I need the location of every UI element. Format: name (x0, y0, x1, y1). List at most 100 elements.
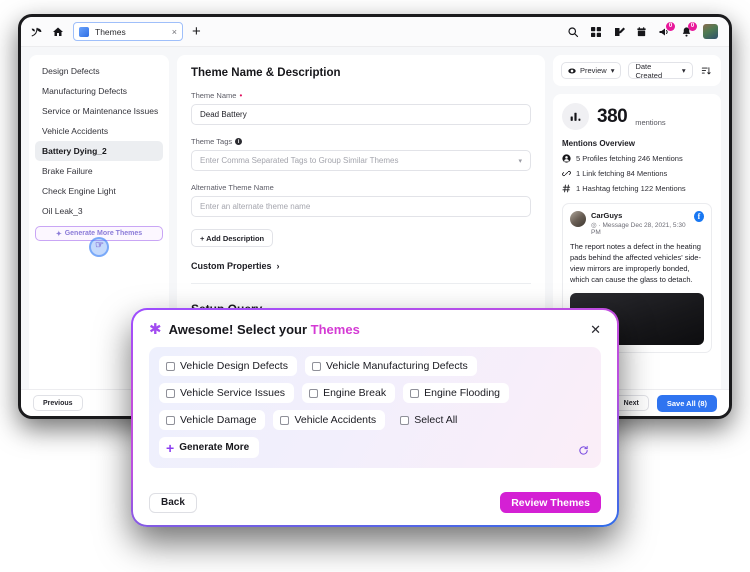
mentions-count: 380 (597, 105, 628, 127)
theme-tags-input[interactable]: Enter Comma Separated Tags to Group Simi… (191, 150, 531, 171)
alt-theme-name-placeholder: Enter an alternate theme name (200, 202, 311, 211)
sidebar-item-manufacturing-defects[interactable]: Manufacturing Defects (35, 81, 163, 101)
screen: Themes × + 0 0 Design Defects Manufactur… (0, 0, 750, 572)
back-button[interactable]: Back (149, 492, 197, 513)
tab-label: Themes (95, 26, 126, 37)
add-description-button[interactable]: + Add Description (191, 229, 274, 247)
brand-logo-icon[interactable] (30, 25, 43, 38)
search-icon[interactable] (567, 26, 579, 38)
theme-options-area: Vehicle Design Defects Vehicle Manufactu… (149, 347, 601, 468)
apps-grid-icon[interactable] (590, 26, 602, 38)
facebook-icon: f (693, 211, 704, 222)
close-icon[interactable]: ✕ (590, 323, 601, 336)
section-divider (191, 283, 531, 284)
sort-dropdown[interactable]: Date Created ▾ (628, 62, 693, 80)
checkbox-label: Vehicle Manufacturing Defects (325, 360, 468, 372)
overview-line-text: 5 Profiles fetching 246 Mentions (576, 154, 683, 163)
close-tab-icon[interactable]: × (172, 27, 177, 37)
sidebar-item-service-issues[interactable]: Service or Maintenance Issues (35, 101, 163, 121)
save-all-button[interactable]: Save All (8) (656, 394, 717, 412)
post-author: CarGuys (591, 211, 623, 220)
theme-name-input[interactable]: Dead Battery (191, 104, 531, 125)
bell-badge: 0 (688, 21, 697, 31)
modal-footer: Back Review Themes (149, 482, 601, 513)
megaphone-icon[interactable]: 0 (658, 21, 675, 38)
generate-more-themes-label: Generate More Themes (64, 230, 143, 237)
post-identity: CarGuys ◎ · Message Dec 28, 2021, 5:30 P… (591, 211, 689, 236)
post-header: CarGuys ◎ · Message Dec 28, 2021, 5:30 P… (570, 211, 704, 236)
calendar-icon[interactable] (636, 26, 647, 38)
checkbox-engine-break[interactable]: Engine Break (302, 383, 396, 403)
sidebar-item-check-engine-light[interactable]: Check Engine Light (35, 181, 163, 201)
generate-more-themes-button[interactable]: ✦ Generate More Themes ☞ (35, 226, 163, 257)
theme-tags-label: Theme Tags i (191, 137, 531, 146)
modal-header: ✱ Awesome! Select your Themes ✕ (149, 322, 601, 337)
themes-favicon-icon (79, 26, 89, 37)
sidebar-item-brake-failure[interactable]: Brake Failure (35, 161, 163, 181)
alt-theme-name-input[interactable]: Enter an alternate theme name (191, 196, 531, 217)
chevron-down-icon: ▾ (518, 157, 522, 165)
checkbox-box-icon (309, 388, 319, 398)
modal-title-accent: Themes (310, 322, 360, 337)
sidebar-item-vehicle-accidents[interactable]: Vehicle Accidents (35, 121, 163, 141)
checkbox-label: Engine Flooding (424, 387, 500, 399)
checkbox-box-icon (166, 415, 175, 425)
modal-body: ✱ Awesome! Select your Themes ✕ Vehicle … (133, 310, 617, 525)
theme-options-row-1: Vehicle Design Defects Vehicle Manufactu… (159, 356, 591, 376)
checkbox-label: Select All (414, 414, 458, 426)
review-themes-button[interactable]: Review Themes (500, 492, 601, 513)
info-icon[interactable]: i (235, 138, 243, 145)
new-tab-button[interactable]: + (192, 24, 201, 39)
checkbox-label: Vehicle Design Defects (180, 360, 288, 372)
refresh-icon[interactable] (578, 445, 589, 459)
checkbox-box-icon (410, 388, 420, 398)
checkbox-box-icon (400, 415, 410, 425)
checkbox-vehicle-accidents[interactable]: Vehicle Accidents (273, 410, 386, 430)
modal-title-prefix: Awesome! Select your (168, 322, 311, 337)
post-avatar (570, 211, 586, 227)
checkbox-vehicle-manufacturing-defects[interactable]: Vehicle Manufacturing Defects (304, 356, 477, 376)
checkbox-select-all[interactable]: Select All (393, 410, 466, 430)
profile-icon (562, 154, 571, 163)
bell-icon[interactable]: 0 (681, 21, 697, 38)
checkbox-label: Vehicle Damage (180, 414, 257, 426)
modal-title: Awesome! Select your Themes (169, 322, 360, 337)
post-body: The report notes a defect in the heating… (570, 242, 701, 284)
overview-line-text: 1 Link fetching 84 Mentions (576, 169, 668, 178)
sidebar-item-design-defects[interactable]: Design Defects (35, 61, 163, 81)
checkbox-vehicle-damage[interactable]: Vehicle Damage (159, 410, 266, 430)
preview-dropdown[interactable]: Preview ▾ (561, 62, 622, 79)
avatar[interactable] (703, 24, 718, 39)
sort-order-button[interactable] (700, 62, 713, 79)
select-themes-modal: ✱ Awesome! Select your Themes ✕ Vehicle … (131, 308, 619, 527)
checkbox-box-icon (311, 361, 321, 371)
preview-label: Preview (580, 66, 607, 75)
checkbox-vehicle-design-defects[interactable]: Vehicle Design Defects (159, 356, 297, 376)
home-icon[interactable] (52, 26, 64, 38)
page-title: Theme Name & Description (191, 67, 341, 79)
overview-line-links: 1 Link fetching 84 Mentions (562, 169, 712, 178)
checkbox-label: Engine Break (323, 387, 387, 399)
link-icon (562, 170, 571, 177)
plus-icon: + (166, 439, 175, 456)
chevron-down-icon: ▾ (681, 66, 686, 75)
theme-options-row-3: Vehicle Damage Vehicle Accidents Select … (159, 410, 591, 430)
custom-properties-label: Custom Properties (191, 261, 272, 271)
custom-properties-toggle[interactable]: Custom Properties › (191, 261, 531, 271)
alt-theme-name-label: Alternative Theme Name (191, 183, 274, 192)
checkbox-engine-flooding[interactable]: Engine Flooding (403, 383, 509, 403)
generate-more-button[interactable]: + Generate More (159, 437, 260, 458)
checkbox-vehicle-service-issues[interactable]: Vehicle Service Issues (159, 383, 295, 403)
sidebar-item-battery-dying[interactable]: Battery Dying_2 (35, 141, 163, 161)
overview-line-text: 1 Hashtag fetching 122 Mentions (576, 184, 686, 193)
sidebar-item-oil-leak[interactable]: Oil Leak_3 (35, 201, 163, 221)
mentions-overview-title: Mentions Overview (562, 139, 635, 148)
browser-tab[interactable]: Themes × (73, 22, 183, 41)
previous-button[interactable]: Previous (33, 395, 83, 411)
compose-icon[interactable] (613, 26, 625, 38)
generate-more-label: Generate More (179, 442, 250, 453)
bar-chart-icon (562, 103, 589, 130)
overview-line-profiles: 5 Profiles fetching 246 Mentions (562, 154, 712, 163)
checkbox-box-icon (280, 415, 290, 425)
chevron-down-icon: ▾ (610, 66, 615, 75)
